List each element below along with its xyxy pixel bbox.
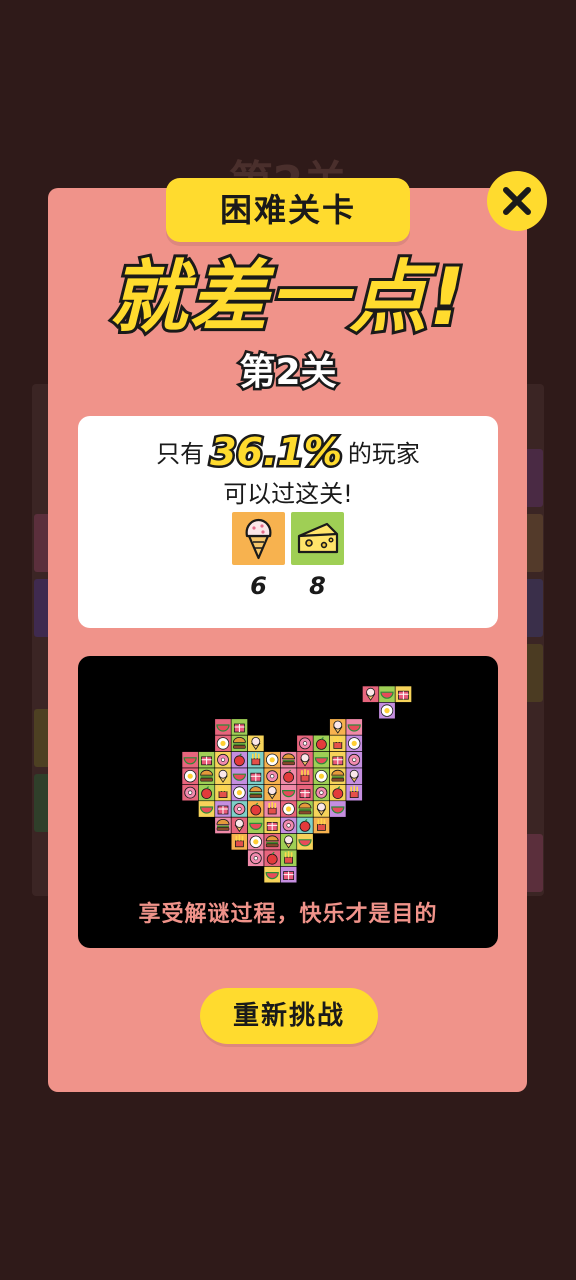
puzzle-tile <box>345 767 363 785</box>
cheese-icon <box>291 512 344 565</box>
puzzle-tile <box>263 816 281 834</box>
puzzle-tile <box>280 767 298 785</box>
pass-rate-line: 只有 36.1% 的玩家 <box>78 428 498 478</box>
puzzle-tile <box>345 751 363 769</box>
puzzle-tile <box>198 751 216 769</box>
retry-button[interactable]: 重新挑战 <box>200 988 378 1044</box>
puzzle-tile <box>230 800 248 818</box>
puzzle-tile <box>296 833 314 851</box>
puzzle-tile <box>345 734 363 752</box>
remaining-tiles <box>232 512 344 566</box>
puzzle-tile <box>329 718 347 736</box>
puzzle-tile <box>280 784 298 802</box>
puzzle-tile <box>312 816 330 834</box>
puzzle-tile <box>198 784 216 802</box>
close-button[interactable] <box>487 171 547 231</box>
pass-rate-percent: 36.1% <box>208 428 345 477</box>
puzzle-tile <box>247 816 265 834</box>
puzzle-tile <box>247 849 265 867</box>
puzzle-tile <box>214 784 232 802</box>
puzzle-tile <box>296 800 314 818</box>
puzzle-tile <box>345 784 363 802</box>
puzzle-tile <box>312 734 330 752</box>
puzzle-tile <box>198 767 216 785</box>
puzzle-tile <box>230 784 248 802</box>
puzzle-tile <box>214 734 232 752</box>
puzzle-tile <box>329 767 347 785</box>
puzzle-tile <box>214 816 232 834</box>
close-icon <box>503 187 531 215</box>
puzzle-tile <box>296 784 314 802</box>
puzzle-tile <box>378 685 396 703</box>
puzzle-tile <box>378 702 396 720</box>
puzzle-tile <box>280 816 298 834</box>
puzzle-tile <box>312 751 330 769</box>
puzzle-tile <box>214 800 232 818</box>
puzzle-tile <box>230 751 248 769</box>
puzzle-tile <box>329 800 347 818</box>
puzzle-tile <box>296 816 314 834</box>
cheese-count: 8 <box>309 572 326 600</box>
puzzle-tile <box>247 734 265 752</box>
puzzle-tile <box>263 849 281 867</box>
difficulty-tag: 困难关卡 <box>166 178 410 242</box>
pass-rate-prefix: 只有 <box>156 440 205 468</box>
puzzle-tile <box>230 816 248 834</box>
pass-rate-suffix: 的玩家 <box>347 440 420 468</box>
puzzle-tile <box>312 767 330 785</box>
puzzle-tile <box>312 784 330 802</box>
puzzle-tile <box>247 833 265 851</box>
pass-rate-line-2: 可以过这关! <box>223 480 353 508</box>
ice-cream-count: 6 <box>250 572 267 600</box>
stats-card: 只有 36.1% 的玩家 可以过这关! 6 8 <box>78 416 498 628</box>
puzzle-tile <box>181 751 199 769</box>
puzzle-tile <box>296 734 314 752</box>
puzzle-tile <box>296 767 314 785</box>
puzzle-tile <box>198 800 216 818</box>
level-label: 第2关 <box>237 350 339 396</box>
puzzle-tile <box>280 833 298 851</box>
puzzle-tile <box>296 751 314 769</box>
result-headline: 就差一点! <box>106 250 468 346</box>
heart-puzzle-preview <box>181 685 412 884</box>
puzzle-tile <box>181 784 199 802</box>
puzzle-tile <box>214 718 232 736</box>
puzzle-tile <box>329 784 347 802</box>
puzzle-tile <box>263 866 281 884</box>
puzzle-tile <box>230 734 248 752</box>
puzzle-tile <box>181 767 199 785</box>
puzzle-tile <box>247 800 265 818</box>
puzzle-tile <box>329 734 347 752</box>
puzzle-tile <box>280 751 298 769</box>
puzzle-tile <box>247 751 265 769</box>
puzzle-tile <box>263 784 281 802</box>
puzzle-tile <box>263 767 281 785</box>
puzzle-tile <box>263 751 281 769</box>
puzzle-tile <box>230 833 248 851</box>
puzzle-tile <box>394 685 412 703</box>
puzzle-tile <box>263 833 281 851</box>
puzzle-tile <box>247 767 265 785</box>
puzzle-tile <box>280 866 298 884</box>
puzzle-tile <box>214 767 232 785</box>
puzzle-tile <box>263 800 281 818</box>
puzzle-caption: 享受解谜过程，快乐才是目的 <box>138 902 438 927</box>
puzzle-tile <box>247 784 265 802</box>
puzzle-preview-panel: 享受解谜过程，快乐才是目的 <box>78 656 498 948</box>
puzzle-tile <box>312 800 330 818</box>
puzzle-tile <box>214 751 232 769</box>
puzzle-tile <box>329 751 347 769</box>
puzzle-tile <box>362 685 380 703</box>
puzzle-tile <box>345 718 363 736</box>
puzzle-tile <box>230 718 248 736</box>
puzzle-tile <box>280 849 298 867</box>
puzzle-tile <box>280 800 298 818</box>
puzzle-tile <box>230 767 248 785</box>
ice-cream-icon <box>232 512 285 565</box>
